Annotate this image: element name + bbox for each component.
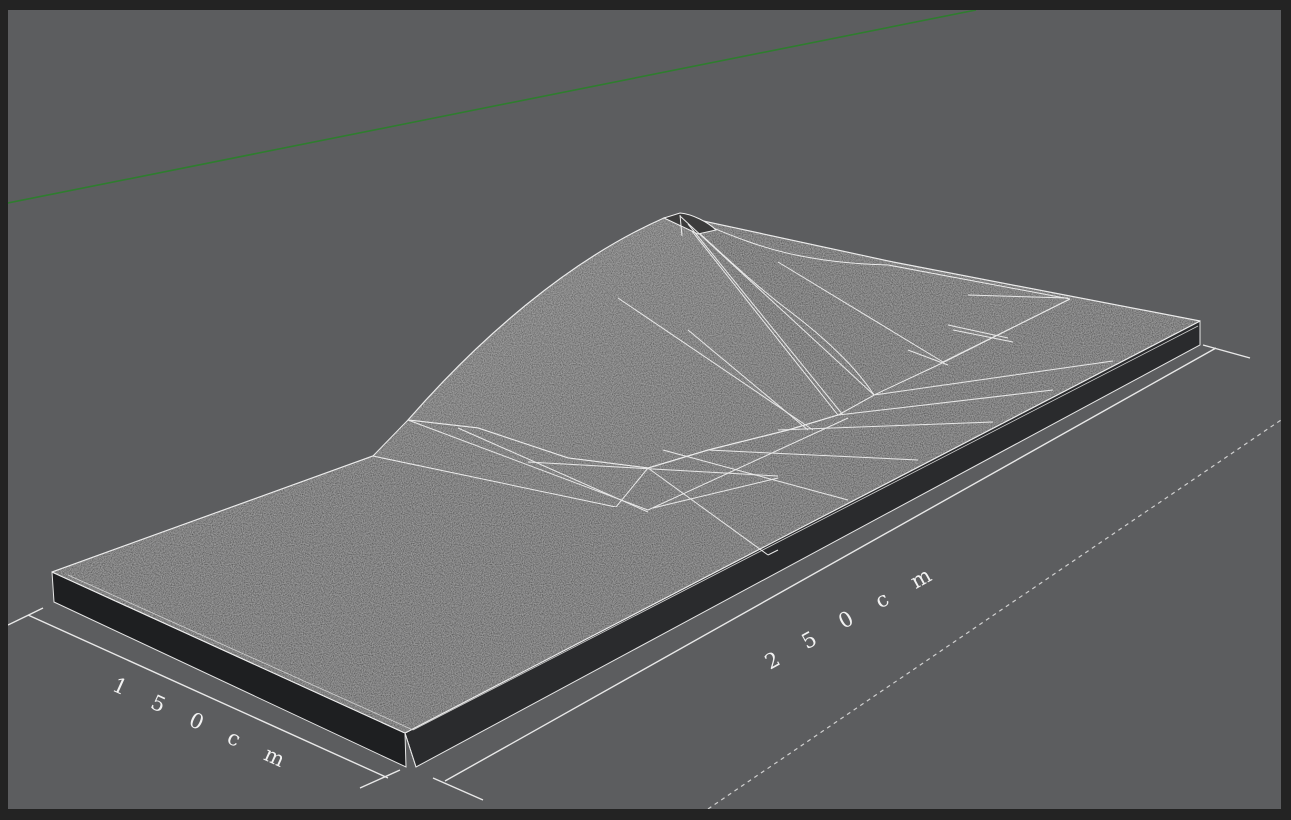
green-axis-line xyxy=(8,10,977,204)
3d-viewport[interactable]: 1 5 0 c m 2 5 0 c m xyxy=(8,10,1281,809)
model-canvas[interactable]: 1 5 0 c m 2 5 0 c m xyxy=(8,10,1281,809)
length-dimension-label: 2 5 0 c m xyxy=(761,558,945,675)
